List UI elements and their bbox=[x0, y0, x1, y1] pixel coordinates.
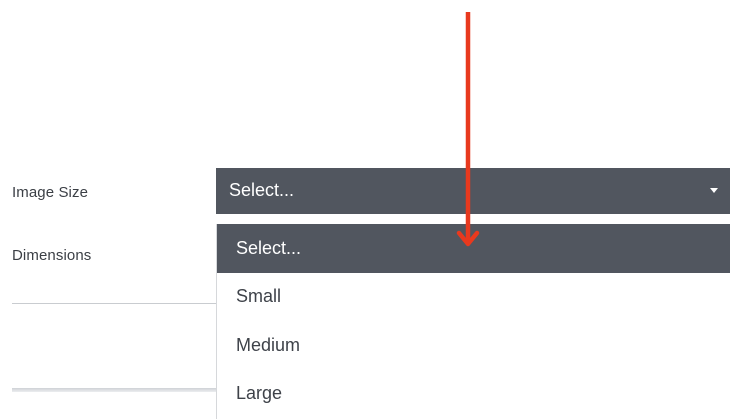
dropdown-option-large[interactable]: Large bbox=[217, 370, 730, 419]
dropdown-option-small[interactable]: Small bbox=[217, 273, 730, 322]
select-current-value: Select... bbox=[229, 180, 295, 200]
dropdown-option-medium[interactable]: Medium bbox=[217, 321, 730, 370]
caret-down-icon bbox=[710, 188, 718, 193]
form-footer-divider bbox=[12, 388, 216, 392]
image-size-label: Image Size bbox=[12, 184, 89, 201]
arrow-down-icon bbox=[456, 12, 480, 247]
form-divider bbox=[12, 303, 216, 304]
dimensions-label: Dimensions bbox=[12, 247, 92, 264]
